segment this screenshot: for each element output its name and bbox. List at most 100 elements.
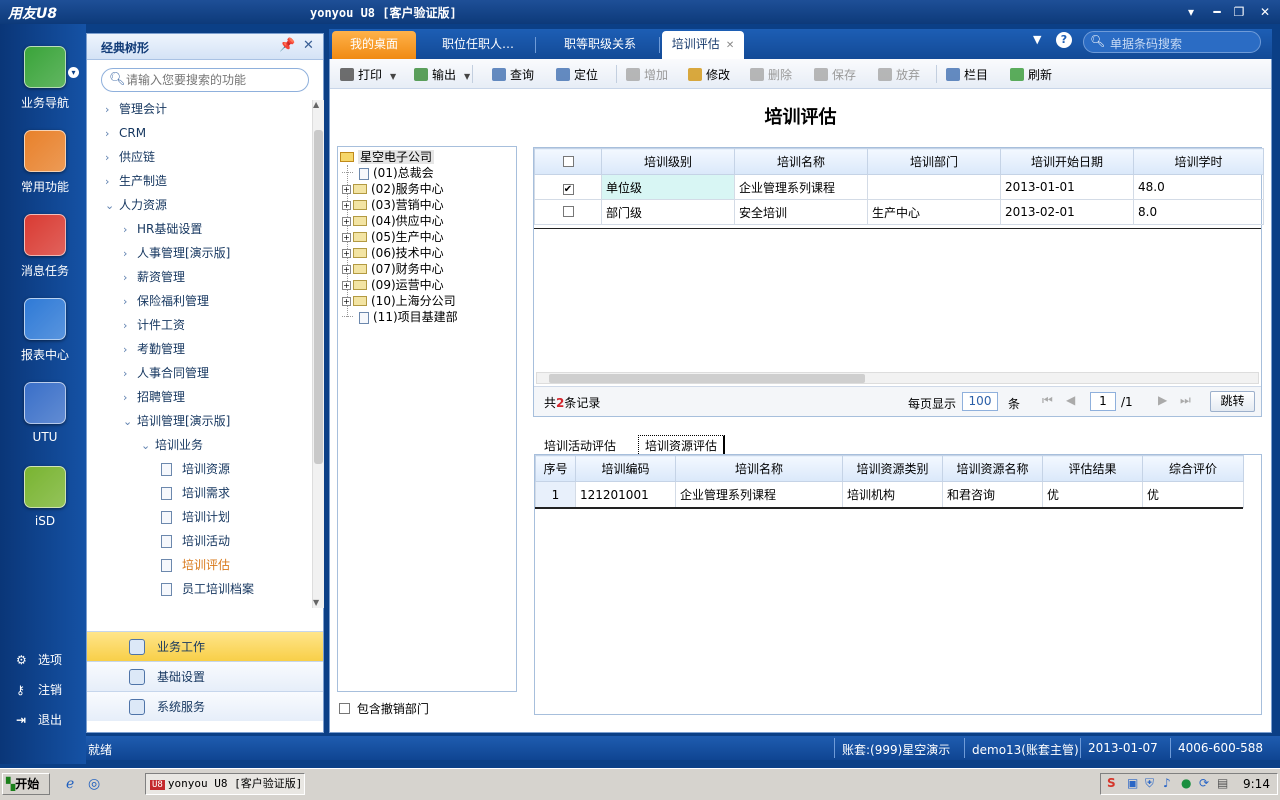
row-checkbox[interactable]: ✔	[562, 183, 574, 195]
column-header[interactable]: 培训资源名称	[942, 455, 1043, 482]
table-cell[interactable]: 生产中心	[867, 199, 1001, 225]
nav-expand-icon[interactable]: ▾	[68, 67, 79, 78]
expand-plus-icon[interactable]: +	[342, 265, 351, 274]
tab-list-dropdown-icon[interactable]: ▼	[1033, 33, 1041, 46]
org-node[interactable]: + (10)上海分公司	[342, 293, 456, 309]
table-row[interactable]: 1 121201001 企业管理系列课程 培训机构 和君咨询优优	[535, 481, 1244, 508]
jump-button[interactable]: 跳转	[1210, 391, 1255, 412]
org-root[interactable]: 星空电子公司	[340, 149, 435, 165]
query-button[interactable]: 查询	[492, 66, 534, 83]
table-cell[interactable]: 48.0	[1133, 174, 1264, 200]
tree-item[interactable]: ⌄ 培训管理[演示版]	[87, 409, 311, 433]
table-row[interactable]: ✔ 单位级 企业管理系列课程 2013-01-01 48.0	[534, 174, 1264, 200]
quick-launch-icon[interactable]: ◎	[88, 776, 100, 792]
tray-app-icon[interactable]: S	[1107, 776, 1116, 790]
table-cell[interactable]: 2013-02-01	[1000, 199, 1134, 225]
start-button[interactable]: ▚开始	[2, 773, 50, 795]
tree-item[interactable]: › 计件工资	[87, 313, 311, 337]
table-cell[interactable]: 安全培训	[734, 199, 868, 225]
tree-item[interactable]: › 保险福利管理	[87, 289, 311, 313]
expand-plus-icon[interactable]: +	[342, 217, 351, 226]
tree-item[interactable]: 培训资源	[87, 457, 311, 481]
column-header[interactable]: 评估结果	[1042, 455, 1143, 482]
table-row[interactable]: 部门级 安全培训 生产中心 2013-02-01 8.0	[534, 199, 1264, 225]
org-node[interactable]: (11)项目基建部	[342, 309, 458, 325]
column-header[interactable]: 综合评价	[1142, 455, 1244, 482]
taskbar-app-button[interactable]: U8 yonyou U8 [客户验证版]	[145, 773, 305, 795]
nav-exit[interactable]: ⇥ 退出	[16, 711, 62, 728]
tree-item[interactable]: › CRM	[87, 121, 311, 145]
tray-security-icon[interactable]: ⛨	[1145, 776, 1154, 791]
expand-plus-icon[interactable]: +	[342, 233, 351, 242]
subtab-activity-evaluation[interactable]: 培训活动评估	[544, 437, 616, 454]
column-header[interactable]: 序号	[535, 455, 576, 482]
delete-button[interactable]: 删除	[750, 66, 792, 83]
prev-page-icon[interactable]: ◀	[1066, 393, 1075, 407]
grid-scroll-thumb[interactable]	[549, 374, 865, 383]
ie-icon[interactable]: ℯ	[66, 776, 74, 792]
close-window-button[interactable]: ✕	[1256, 4, 1274, 20]
tree-scroll-thumb[interactable]	[314, 130, 323, 464]
org-node[interactable]: (01)总裁会	[342, 165, 434, 181]
tree-item[interactable]: 员工培训档案	[87, 577, 311, 601]
table-cell[interactable]: 1	[535, 481, 576, 508]
close-panel-icon[interactable]: ✕	[303, 38, 314, 53]
help-icon[interactable]: ?	[1056, 32, 1072, 48]
row-select-cell[interactable]	[534, 199, 602, 225]
accordion-system-service[interactable]: 系统服务	[87, 691, 323, 721]
tree-item[interactable]: 培训计划	[87, 505, 311, 529]
expand-plus-icon[interactable]: +	[342, 249, 351, 258]
column-header[interactable]: 培训部门	[867, 148, 1001, 175]
add-button[interactable]: 增加	[626, 66, 668, 83]
tab-0[interactable]: 我的桌面	[332, 31, 416, 59]
column-header[interactable]: 培训级别	[601, 148, 735, 175]
column-header[interactable]: 培训学时	[1133, 148, 1264, 175]
tray-network-icon[interactable]: ▣	[1127, 776, 1138, 790]
scroll-up-icon[interactable]: ▲	[313, 100, 319, 109]
select-all-header[interactable]	[534, 148, 602, 175]
chevron-down-icon[interactable]: ▼	[390, 72, 396, 81]
barcode-search-placeholder[interactable]: 单据条码搜索	[1110, 35, 1182, 52]
restore-button[interactable]: ❐	[1230, 4, 1248, 20]
tray-globe-icon[interactable]: ●	[1181, 776, 1191, 790]
org-node[interactable]: + (09)运营中心	[342, 277, 444, 293]
expand-plus-icon[interactable]: +	[342, 297, 351, 306]
nav-key[interactable]: ⚷ 注销	[16, 681, 62, 698]
tab-2[interactable]: 职等职级关系	[540, 31, 660, 59]
select-all-checkbox[interactable]	[562, 155, 574, 167]
expand-plus-icon[interactable]: +	[342, 281, 351, 290]
tray-volume-icon[interactable]: ♪	[1163, 776, 1171, 790]
nav-isd[interactable]: iSD	[0, 466, 86, 550]
nav-star[interactable]: 常用功能	[0, 130, 86, 214]
function-search-box[interactable]: 🔍︎	[101, 68, 309, 92]
print-button[interactable]: 打印 ▼	[340, 66, 396, 83]
tree-item[interactable]: 培训评估	[87, 553, 311, 577]
save-button[interactable]: 保存	[814, 66, 856, 83]
tree-item[interactable]: › 生产制造	[87, 169, 311, 193]
function-search-input[interactable]	[126, 72, 302, 88]
table-cell[interactable]: 单位级	[601, 174, 735, 200]
tree-item[interactable]: › 供应链	[87, 145, 311, 169]
tree-item[interactable]: ⌄ 人力资源	[87, 193, 311, 217]
nav-envelope[interactable]: 消息任务	[0, 214, 86, 298]
tree-item[interactable]: 培训需求	[87, 481, 311, 505]
table-cell[interactable]: 和君咨询	[942, 481, 1043, 508]
nav-gear[interactable]: ⚙ 选项	[16, 651, 62, 668]
tree-item[interactable]: › 管理会计	[87, 97, 311, 121]
tree-item[interactable]: › 招聘管理	[87, 385, 311, 409]
nav-utu[interactable]: UTU	[0, 382, 86, 466]
tab-1[interactable]: 职位任职人…	[420, 31, 536, 59]
discard-button[interactable]: 放弃	[878, 66, 920, 83]
org-node[interactable]: + (02)服务中心	[342, 181, 444, 197]
expand-plus-icon[interactable]: +	[342, 185, 351, 194]
tray-sync-icon[interactable]: ⟳	[1199, 776, 1209, 790]
nav-report[interactable]: 报表中心	[0, 298, 86, 382]
table-cell[interactable]: 企业管理系列课程	[734, 174, 868, 200]
tree-item[interactable]: › 人事管理[演示版]	[87, 241, 311, 265]
first-page-icon[interactable]: ⏮	[1042, 393, 1053, 408]
checkbox[interactable]	[339, 703, 350, 714]
table-cell[interactable]: 2013-01-01	[1000, 174, 1134, 200]
accordion-settings[interactable]: 基础设置	[87, 661, 323, 691]
table-cell[interactable]: 部门级	[601, 199, 735, 225]
accordion-workbench[interactable]: 业务工作	[87, 631, 323, 661]
